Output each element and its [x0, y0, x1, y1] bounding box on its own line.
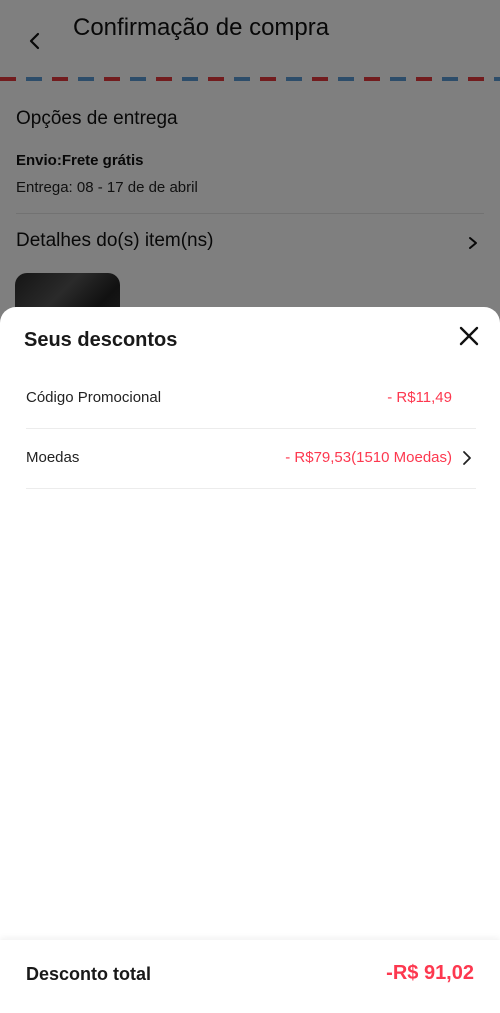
discounts-sheet: Seus descontos Código Promocional - R$11…	[0, 307, 500, 1013]
coins-label: Moedas	[26, 449, 80, 466]
discount-row-coins[interactable]: Moedas - R$79,53(1510 Moedas)	[26, 429, 476, 489]
total-discount-value: -R$ 91,02	[386, 962, 474, 984]
sheet-title: Seus descontos	[24, 329, 178, 351]
chevron-right-icon[interactable]	[462, 449, 472, 467]
total-discount-footer: Desconto total -R$ 91,02	[0, 940, 500, 1013]
promo-code-label: Código Promocional	[26, 389, 162, 406]
close-icon[interactable]	[458, 325, 480, 347]
promo-code-value: - R$11,49	[387, 389, 452, 406]
coins-value: - R$79,53(1510 Moedas)	[285, 449, 452, 466]
discount-row-promo-code: Código Promocional - R$11,49	[26, 369, 476, 429]
total-discount-label: Desconto total	[26, 964, 152, 984]
